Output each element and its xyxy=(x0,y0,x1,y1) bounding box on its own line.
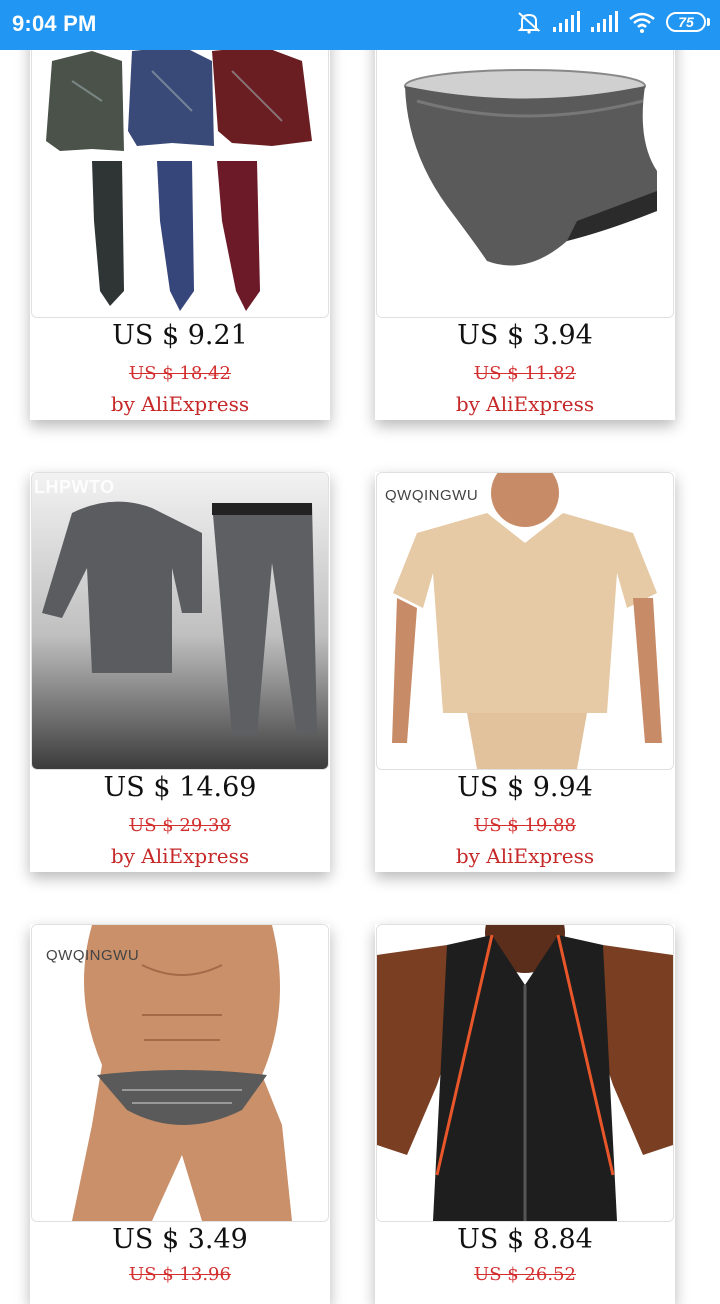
product-card[interactable]: QWQINGWU US $ 3.49 US $ 13.96 xyxy=(30,924,330,1304)
compression-set-image xyxy=(32,473,328,769)
mute-icon xyxy=(516,10,542,34)
vneck-shirt-image xyxy=(377,473,673,769)
thong-image xyxy=(32,925,328,1221)
product-original-price: US $ 18.42 xyxy=(129,363,231,384)
product-image[interactable] xyxy=(376,924,674,1222)
product-card[interactable]: US $ 9.21 US $ 18.42 by AliExpress xyxy=(30,20,330,420)
signal-icon xyxy=(590,11,618,33)
product-original-price: US $ 11.82 xyxy=(474,363,576,384)
product-price: US $ 9.21 xyxy=(112,320,248,351)
product-image[interactable]: QWQINGWU xyxy=(376,472,674,770)
product-image[interactable]: QWQINGWU xyxy=(31,924,329,1222)
product-seller: by AliExpress xyxy=(455,392,595,416)
product-seller: by AliExpress xyxy=(455,844,595,868)
brief-image xyxy=(377,21,673,317)
battery-level: 75 xyxy=(678,14,694,30)
product-price: US $ 3.49 xyxy=(112,1224,248,1255)
product-image[interactable] xyxy=(31,20,329,318)
compression-suit-image xyxy=(32,21,328,317)
signal-icon xyxy=(552,11,580,33)
product-original-price: US $ 29.38 xyxy=(129,815,231,836)
product-image[interactable]: LHPWTO xyxy=(31,472,329,770)
product-card[interactable]: LHPWTO US $ 14.69 US $ 29.38 by AliExpre… xyxy=(30,472,330,872)
product-price: US $ 14.69 xyxy=(103,772,257,803)
product-image[interactable] xyxy=(376,20,674,318)
product-price: US $ 9.94 xyxy=(457,772,593,803)
product-original-price: US $ 26.52 xyxy=(474,1264,576,1285)
product-card[interactable]: US $ 3.94 US $ 11.82 by AliExpress xyxy=(375,20,675,420)
product-original-price: US $ 13.96 xyxy=(129,1264,231,1285)
product-card[interactable]: US $ 8.84 US $ 26.52 xyxy=(375,924,675,1304)
product-price: US $ 3.94 xyxy=(457,320,593,351)
product-original-price: US $ 19.88 xyxy=(474,815,576,836)
image-watermark: QWQINGWU xyxy=(46,947,140,964)
product-card[interactable]: QWQINGWU US $ 9.94 US $ 19.88 by AliExpr… xyxy=(375,472,675,872)
wifi-icon xyxy=(628,11,656,33)
status-bar: 9:04 PM 75 xyxy=(0,0,720,50)
sweat-vest-image xyxy=(377,925,673,1221)
product-price: US $ 8.84 xyxy=(457,1224,593,1255)
product-seller: by AliExpress xyxy=(110,844,250,868)
product-seller: by AliExpress xyxy=(110,392,250,416)
battery-icon: 75 xyxy=(666,12,710,32)
image-watermark: QWQINGWU xyxy=(385,487,479,504)
image-watermark: LHPWTO xyxy=(34,477,115,497)
status-time: 9:04 PM xyxy=(12,11,97,36)
